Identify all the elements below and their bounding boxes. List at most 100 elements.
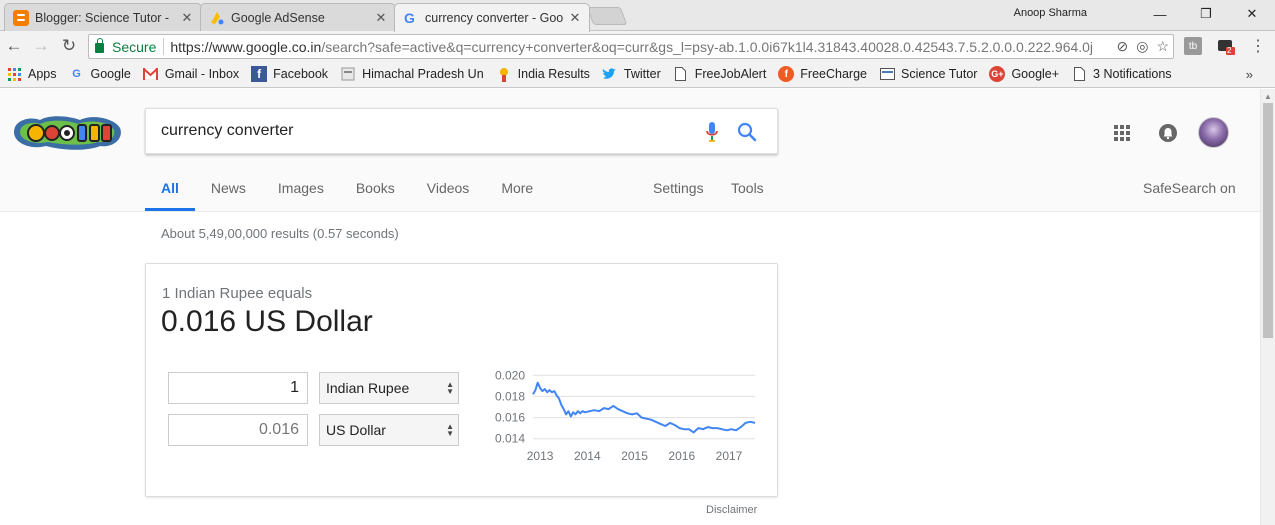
close-tab-icon[interactable]: ✕ — [181, 10, 193, 26]
page-scrollbar[interactable]: ▲ — [1260, 89, 1275, 525]
google-doodle-logo[interactable] — [10, 112, 124, 152]
select-arrows-icon: ▲ ▼ — [446, 422, 454, 438]
tab-books[interactable]: Books — [340, 169, 411, 211]
url-text[interactable]: https://www.google.co.in/search?safe=act… — [164, 39, 1094, 55]
tab-images[interactable]: Images — [262, 169, 340, 211]
close-tab-icon[interactable]: ✕ — [569, 10, 581, 26]
bookmark-label: Himachal Pradesh Un — [362, 67, 484, 81]
address-bar[interactable]: Secure https://www.google.co.in/search?s… — [88, 34, 1174, 59]
facebook-icon: f — [251, 66, 268, 82]
more-bookmarks-icon[interactable]: » — [1246, 67, 1253, 82]
currency-converter-card: 1 Indian Rupee equals 0.016 US Dollar 1 … — [145, 263, 778, 497]
extension-badge: 2 — [1227, 46, 1232, 55]
tab-title: Blogger: Science Tutor - — [35, 10, 170, 25]
tab-all[interactable]: All — [145, 169, 195, 211]
from-currency-select[interactable]: Indian Rupee ▲ ▼ — [319, 372, 459, 404]
menu-icon[interactable]: ⋮ — [1248, 36, 1268, 56]
account-avatar[interactable] — [1198, 117, 1229, 148]
bookmark-notifications[interactable]: 3 Notifications — [1071, 66, 1172, 82]
maximize-icon[interactable]: ❐ — [1183, 0, 1229, 28]
notifications-bell-icon[interactable] — [1159, 124, 1177, 142]
x-tick-label: 2014 — [574, 449, 601, 463]
secure-label: Secure — [112, 38, 157, 55]
bookmark-label: India Results — [517, 67, 590, 81]
bookmark-india-results[interactable]: India Results — [496, 66, 590, 82]
rate-series-line[interactable] — [532, 381, 756, 434]
bookmark-freecharge[interactable]: f FreeCharge — [778, 66, 867, 82]
secure-indicator[interactable]: Secure — [89, 37, 165, 55]
search-results-page: currency converter All News Images Books… — [0, 89, 1260, 525]
x-tick-label: 2017 — [716, 449, 743, 463]
bookmark-twitter[interactable]: Twitter — [602, 66, 661, 82]
x-tick-label: 2016 — [668, 449, 695, 463]
close-window-icon[interactable]: ✕ — [1229, 0, 1275, 28]
google-icon: G — [403, 10, 419, 26]
bookmark-freejobalert[interactable]: FreeJobAlert — [673, 66, 766, 82]
y-tick-label: 0.014 — [495, 432, 525, 446]
new-tab-button[interactable] — [586, 7, 628, 25]
tab-more[interactable]: More — [485, 169, 549, 211]
twitter-icon — [602, 66, 618, 82]
browser-tab-blogger[interactable]: Blogger: Science Tutor - ✕ — [4, 3, 202, 31]
profile-name[interactable]: Anoop Sharma — [1014, 7, 1087, 19]
bookmark-facebook[interactable]: f Facebook — [251, 66, 328, 82]
gmail-icon — [143, 66, 159, 82]
tools-link[interactable]: Tools — [731, 169, 764, 196]
from-currency-value: Indian Rupee — [326, 380, 410, 396]
scroll-thumb[interactable] — [1263, 103, 1273, 338]
reload-icon[interactable]: ↻ — [59, 36, 79, 56]
conversion-result: 0.016 US Dollar — [161, 305, 373, 338]
browser-tab-adsense[interactable]: Google AdSense ✕ — [200, 3, 396, 31]
settings-link[interactable]: Settings — [653, 169, 704, 196]
google-icon: G — [72, 68, 81, 80]
extension-icon[interactable]: tb — [1184, 37, 1202, 55]
tab-news[interactable]: News — [195, 169, 262, 211]
bookmark-google-plus[interactable]: G+ Google+ — [989, 66, 1059, 82]
exchange-rate-chart[interactable]: 0.020 0.018 0.016 0.0142013 2014 2015 2016 2017 — [489, 364, 759, 464]
to-currency-value: US Dollar — [326, 422, 386, 438]
bookmarks-bar: Apps G Google Gmail - Inbox f Facebook H… — [0, 61, 1275, 88]
safesearch-status[interactable]: SafeSearch on — [1143, 180, 1236, 196]
bookmark-science-tutor[interactable]: Science Tutor — [879, 66, 977, 82]
extension-notification-icon[interactable]: 2 — [1216, 36, 1236, 56]
forward-icon[interactable]: → — [31, 36, 51, 56]
bookmark-apps[interactable]: Apps — [6, 66, 57, 82]
browser-tab-google-search[interactable]: G currency converter - Goo ✕ — [394, 3, 590, 32]
bookmark-gmail[interactable]: Gmail - Inbox — [143, 66, 239, 82]
disclaimer-link[interactable]: Disclaimer — [706, 504, 757, 516]
blogger-icon — [13, 9, 29, 26]
back-icon[interactable]: ← — [4, 36, 24, 56]
browser-tab-strip: Blogger: Science Tutor - ✕ Google AdSens… — [0, 0, 1275, 32]
bookmark-label: FreeCharge — [800, 67, 867, 81]
search-tabs: All News Images Books Videos More — [145, 169, 549, 212]
bookmark-label: Google — [90, 67, 131, 81]
close-tab-icon[interactable]: ✕ — [375, 10, 387, 26]
google-apps-icon[interactable] — [1114, 125, 1130, 141]
minimize-icon[interactable]: — — [1137, 0, 1183, 28]
from-amount-input[interactable]: 1 — [168, 372, 308, 404]
tab-videos[interactable]: Videos — [411, 169, 486, 211]
to-currency-select[interactable]: US Dollar ▲ ▼ — [319, 414, 459, 446]
omnibox-icons: ⊘ ◎ ☆ — [1116, 38, 1169, 55]
camera-blocked-icon[interactable]: ⊘ — [1116, 38, 1128, 55]
microphone-icon[interactable] — [705, 121, 719, 143]
results-icon — [496, 66, 512, 82]
bookmark-label: Apps — [28, 67, 57, 81]
location-icon[interactable]: ◎ — [1136, 38, 1148, 55]
bookmark-himachal[interactable]: Himachal Pradesh Un — [340, 66, 484, 82]
bookmark-google[interactable]: G Google — [69, 66, 131, 82]
search-input[interactable]: currency converter — [145, 108, 778, 154]
page-icon — [879, 66, 895, 82]
apps-icon — [6, 66, 22, 82]
to-amount-input[interactable]: 0.016 — [168, 414, 308, 446]
bookmark-label: Science Tutor — [901, 67, 978, 81]
x-tick-label: 2013 — [527, 449, 554, 463]
x-tick-label: 2015 — [621, 449, 648, 463]
y-tick-label: 0.020 — [495, 368, 525, 382]
scroll-up-icon[interactable]: ▲ — [1264, 92, 1272, 101]
tab-title: Google AdSense — [231, 10, 325, 25]
lock-icon — [95, 37, 104, 53]
search-icon[interactable] — [736, 121, 758, 143]
bookmark-star-icon[interactable]: ☆ — [1156, 38, 1169, 55]
bookmark-label: Twitter — [623, 67, 661, 81]
